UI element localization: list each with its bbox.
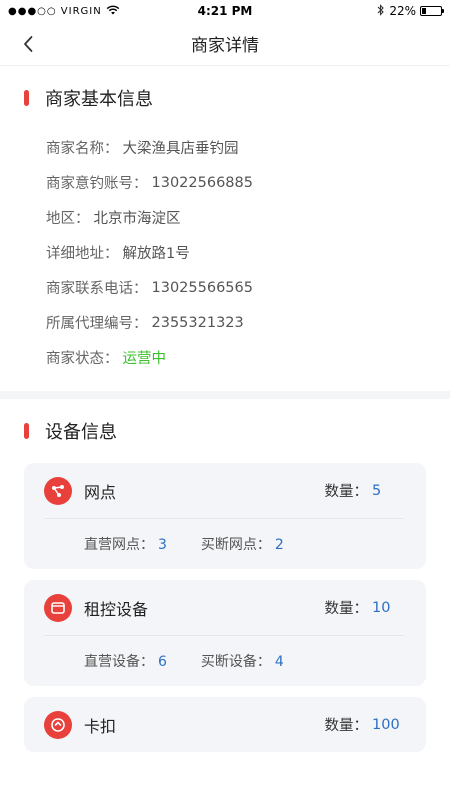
- sub-value: 2: [274, 537, 284, 553]
- info-row: 所属代理编号： 2355321323: [46, 305, 426, 340]
- device-card-buckles[interactable]: 卡扣 数量： 100: [24, 697, 426, 752]
- device-card-rental-devices[interactable]: 租控设备 数量： 10 直营设备： 6 买断设备： 4: [24, 580, 426, 686]
- info-label: 详细地址：: [46, 246, 119, 262]
- device-card-outlets[interactable]: 网点 数量： 5 直营网点： 3 买断网点： 2: [24, 463, 426, 569]
- count-value: 100: [372, 716, 400, 733]
- section-header: 设备信息: [24, 399, 426, 463]
- info-value: 13022566885: [151, 174, 253, 191]
- back-button[interactable]: [14, 30, 42, 58]
- card-title: 卡扣: [84, 716, 117, 736]
- status-left: ●●●○○ VIRGIN: [8, 4, 158, 18]
- sub-label: 直营设备：: [84, 654, 154, 670]
- chevron-left-icon: [24, 36, 33, 52]
- info-value: 北京市海淀区: [93, 211, 181, 227]
- device-cards: 网点 数量： 5 直营网点： 3 买断网点： 2 租控设备 数量： 10 直营设备：…: [0, 463, 450, 752]
- info-label: 商家意钓账号：: [46, 176, 148, 192]
- count-label: 数量：: [324, 718, 369, 734]
- info-label: 商家联系电话：: [46, 281, 148, 297]
- section-accent-bar: [24, 423, 29, 439]
- info-row: 商家联系电话： 13025566565: [46, 270, 426, 305]
- info-list: 商家名称： 大梁渔具店垂钓园 商家意钓账号： 13022566885 地区： 北京市海淀区…: [24, 130, 426, 375]
- card-main: 网点 数量： 5: [44, 463, 404, 518]
- basic-info-section: 商家基本信息 商家名称： 大梁渔具店垂钓园 商家意钓账号： 13022566885 地区…: [0, 66, 450, 375]
- info-label: 商家状态：: [46, 351, 119, 367]
- sub-item: 买断设备： 4: [201, 651, 284, 671]
- bluetooth-icon: [377, 3, 385, 19]
- buckle-icon: [44, 710, 72, 739]
- sub-value: 3: [158, 537, 167, 553]
- card-main: 卡扣 数量： 100: [44, 697, 404, 752]
- page-title: 商家详情: [191, 36, 259, 56]
- carrier-signal: ●●●○○ VIRGIN: [8, 5, 102, 17]
- device-icon: [44, 593, 72, 622]
- info-row: 详细地址： 解放路1号: [46, 235, 426, 270]
- card-title: 网点: [84, 482, 117, 502]
- sub-label: 直营网点：: [84, 537, 154, 553]
- count-label: 数量：: [324, 484, 369, 500]
- count-value: 10: [372, 599, 391, 616]
- info-row: 地区： 北京市海淀区: [46, 200, 426, 235]
- info-row: 商家名称： 大梁渔具店垂钓园: [46, 130, 426, 165]
- section-header: 商家基本信息: [24, 66, 426, 130]
- status-badge: 运营中: [122, 351, 167, 367]
- sub-item: 直营设备： 6: [84, 651, 167, 671]
- card-sub-row: 直营设备： 6 买断设备： 4: [44, 635, 404, 686]
- sub-item: 直营网点： 3: [84, 534, 167, 554]
- info-row: 商家状态： 运营中: [46, 340, 426, 375]
- info-value: 13025566565: [151, 279, 253, 296]
- section-title-device-info: 设备信息: [45, 422, 117, 443]
- info-label: 所属代理编号：: [46, 316, 148, 332]
- nav-bar: 商家详情: [0, 22, 450, 66]
- device-info-section: 设备信息: [0, 399, 450, 463]
- sub-item: 买断网点： 2: [201, 534, 284, 554]
- battery-percent: 22%: [389, 4, 416, 18]
- sub-value: 4: [274, 654, 284, 670]
- info-row: 商家意钓账号： 13022566885: [46, 165, 426, 200]
- info-label: 地区：: [46, 211, 90, 227]
- card-title: 租控设备: [84, 599, 149, 619]
- section-accent-bar: [24, 90, 29, 106]
- status-time: 4:21 PM: [197, 4, 253, 18]
- status-right: 22%: [292, 3, 444, 19]
- count-label: 数量：: [324, 601, 369, 617]
- sub-value: 6: [158, 654, 167, 670]
- battery-icon: [419, 6, 444, 16]
- battery-fill: [421, 8, 426, 14]
- sub-label: 买断网点：: [200, 537, 271, 553]
- info-label: 商家名称：: [46, 141, 119, 157]
- info-value: 解放路1号: [122, 246, 190, 262]
- card-sub-row: 直营网点： 3 买断网点： 2: [44, 518, 404, 569]
- share-icon: [44, 476, 72, 505]
- section-divider: [0, 391, 450, 399]
- info-value: 大梁渔具店垂钓园: [122, 141, 239, 157]
- card-main: 租控设备 数量： 10: [44, 580, 404, 635]
- sub-label: 买断设备：: [200, 654, 271, 670]
- section-title-basic-info: 商家基本信息: [45, 89, 153, 110]
- count-value: 5: [372, 482, 382, 499]
- info-value: 2355321323: [151, 314, 244, 331]
- wifi-icon: [106, 4, 120, 18]
- status-bar: ●●●○○ VIRGIN 4:21 PM 22%: [0, 0, 450, 22]
